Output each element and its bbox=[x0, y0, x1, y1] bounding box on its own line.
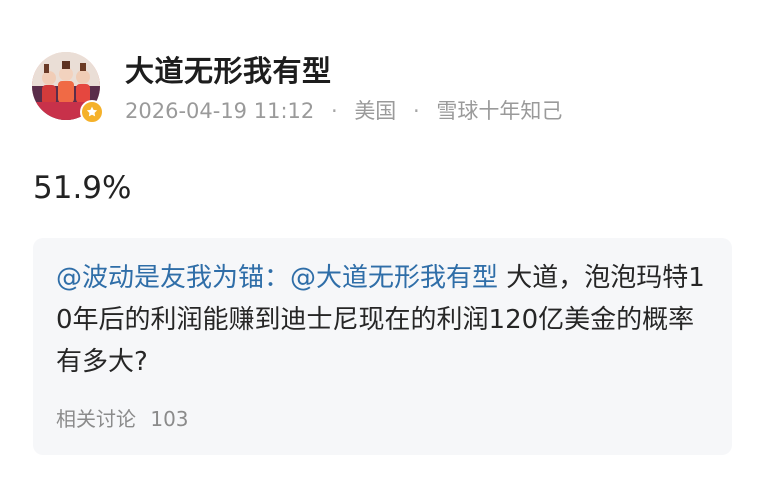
related-discussion-count: 103 bbox=[150, 407, 189, 431]
post-card: 大道无形我有型 2026-04-19 11:12 · 美国 · 雪球十年知己 5… bbox=[0, 0, 764, 500]
mention-separator: ： bbox=[264, 263, 291, 293]
mention-link[interactable]: @大道无形我有型 bbox=[290, 263, 498, 293]
meta-separator: · bbox=[330, 99, 338, 123]
post-date: 2026-04-19 11:12 bbox=[125, 99, 315, 123]
related-discussion-label: 相关讨论 bbox=[56, 407, 136, 431]
post-header: 大道无形我有型 2026-04-19 11:12 · 美国 · 雪球十年知己 bbox=[32, 52, 732, 132]
related-discussion[interactable]: 相关讨论 103 bbox=[56, 406, 189, 432]
author-name[interactable]: 大道无形我有型 bbox=[125, 53, 332, 89]
quoted-post-card[interactable]: @波动是友我为锚：@大道无形我有型 大道，泡泡玛特10年后的利润能赚到迪士尼现在… bbox=[33, 238, 732, 455]
post-meta: 2026-04-19 11:12 · 美国 · 雪球十年知己 bbox=[125, 97, 562, 125]
post-body: 51.9% bbox=[33, 170, 132, 206]
quoted-post-text: @波动是友我为锚：@大道无形我有型 大道，泡泡玛特10年后的利润能赚到迪士尼现在… bbox=[56, 257, 711, 383]
star-badge-icon bbox=[80, 100, 104, 124]
post-region: 美国 bbox=[354, 99, 397, 123]
user-level: 雪球十年知己 bbox=[436, 99, 563, 123]
meta-separator: · bbox=[413, 99, 420, 123]
mention-link[interactable]: @波动是友我为锚 bbox=[56, 263, 264, 293]
